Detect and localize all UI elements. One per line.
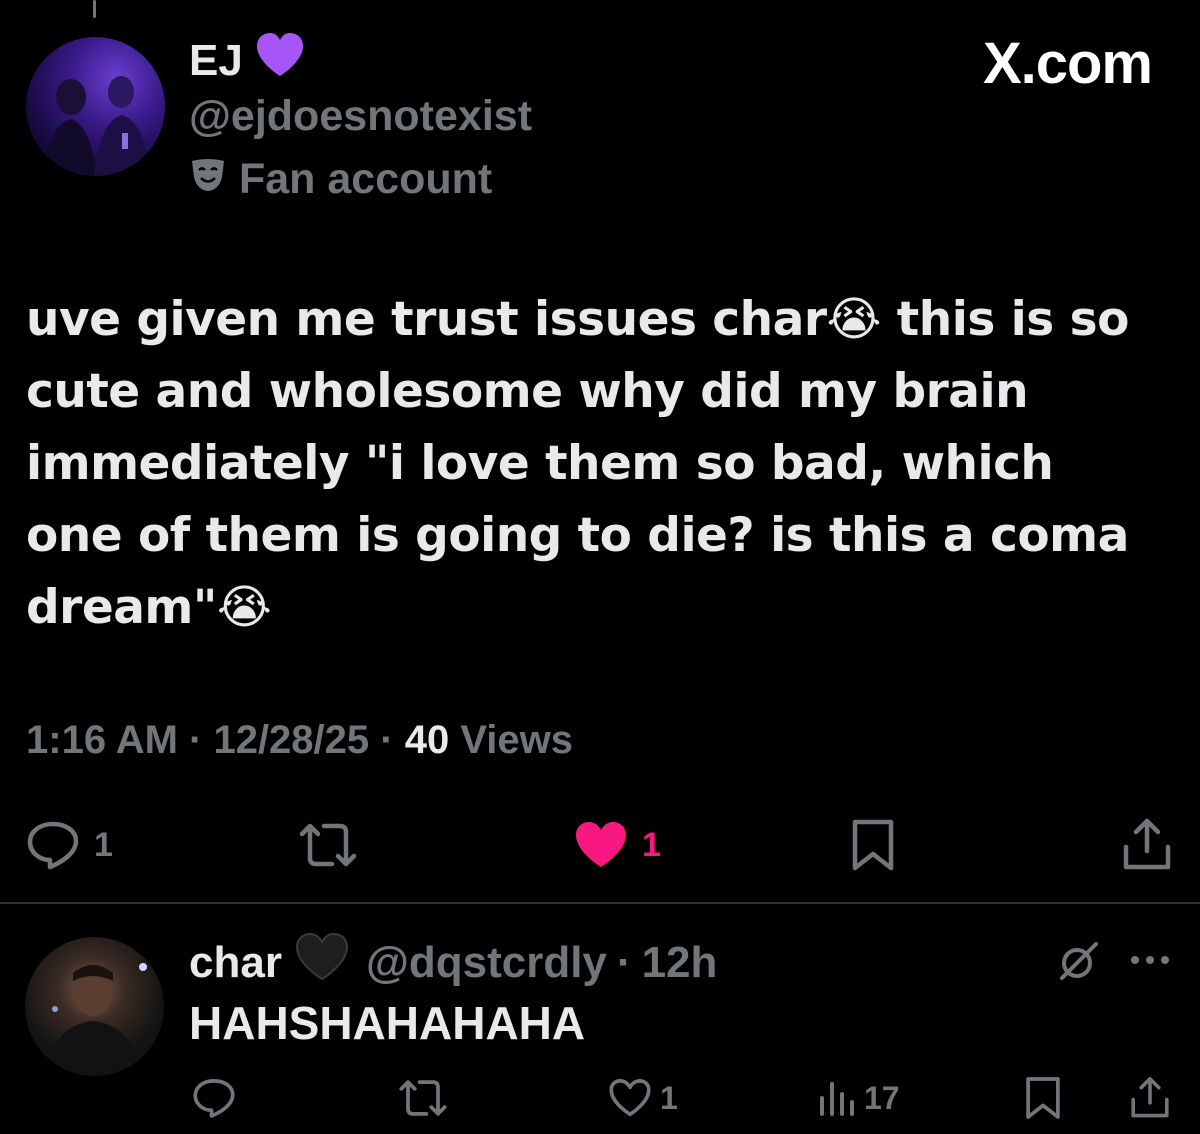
account-label-text: Fan account: [239, 155, 493, 203]
reply-author-name[interactable]: char: [189, 938, 282, 988]
reply-view-count: 17: [864, 1079, 900, 1116]
retweet-button[interactable]: [298, 810, 358, 880]
author-name-row[interactable]: EJ: [189, 32, 305, 89]
more-button[interactable]: [1128, 950, 1172, 970]
more-dots-icon: [1128, 950, 1172, 970]
tweet-meta: 1:16 AM · 12/28/25 · 40 Views: [26, 718, 574, 762]
reply-like-button[interactable]: 1: [608, 1066, 678, 1130]
reply-bookmark-button[interactable]: [1024, 1066, 1062, 1130]
reply-views-button[interactable]: 17: [816, 1066, 900, 1130]
like-count: 1: [642, 825, 661, 864]
heart-icon: [574, 821, 628, 869]
reply-text: HAHSHAHAHAHA: [189, 997, 586, 1049]
author-handle[interactable]: @ejdoesnotexist: [189, 92, 532, 141]
author-avatar[interactable]: [26, 37, 165, 176]
tweet-text: uve given me trust issues char😭 this is …: [26, 292, 1129, 635]
grok-icon: [1056, 940, 1100, 984]
share-icon: [1130, 1075, 1170, 1121]
reply-action-bar: 1 17: [0, 1066, 1200, 1130]
reply-share-button[interactable]: [1130, 1066, 1170, 1130]
avatar-photo-icon: [45, 963, 147, 1076]
reply-author-handle[interactable]: @dqstcrdly: [366, 938, 607, 988]
tweet-date[interactable]: 12/28/25: [213, 718, 369, 762]
purple-heart-icon: [255, 32, 305, 89]
author-name[interactable]: EJ: [189, 36, 243, 86]
retweet-icon: [298, 820, 358, 870]
bookmark-button[interactable]: [850, 810, 896, 880]
bookmark-icon: [1024, 1075, 1062, 1121]
reply-icon: [192, 1077, 236, 1119]
account-label[interactable]: Fan account: [189, 155, 492, 204]
reply-button[interactable]: 1: [26, 810, 113, 880]
reply-icon: [26, 820, 80, 870]
share-icon: [1122, 817, 1172, 873]
heart-icon: [608, 1078, 652, 1118]
bookmark-icon: [850, 818, 896, 872]
x-brand-logo: X.com: [982, 30, 1153, 97]
section-divider: [0, 902, 1200, 904]
grok-button[interactable]: [1056, 940, 1100, 984]
avatar-photo-icon: [44, 76, 150, 176]
share-button[interactable]: [1122, 810, 1172, 880]
black-heart-icon: [294, 932, 350, 993]
views-count: 40: [404, 718, 450, 762]
thread-connector-line: [93, 0, 96, 18]
reply-reply-button[interactable]: [192, 1066, 236, 1130]
theater-mask-icon: [189, 155, 227, 204]
views-bar-icon: [816, 1078, 856, 1118]
tweet-action-bar: 1 1: [0, 810, 1200, 880]
reply-like-count: 1: [660, 1079, 678, 1116]
reply-author-avatar[interactable]: [25, 937, 164, 1076]
tweet-time[interactable]: 1:16 AM: [26, 718, 178, 762]
reply-count: 1: [94, 825, 113, 864]
reply-age[interactable]: 12h: [642, 938, 718, 988]
separator-dot: ·: [616, 937, 632, 987]
reply-retweet-button[interactable]: [398, 1066, 448, 1130]
reply-header: char @dqstcrdly · 12h: [189, 932, 717, 993]
views-label: Views: [460, 718, 574, 762]
brand-text: X.com: [982, 31, 1153, 96]
like-button[interactable]: 1: [574, 810, 661, 880]
retweet-icon: [398, 1077, 448, 1119]
